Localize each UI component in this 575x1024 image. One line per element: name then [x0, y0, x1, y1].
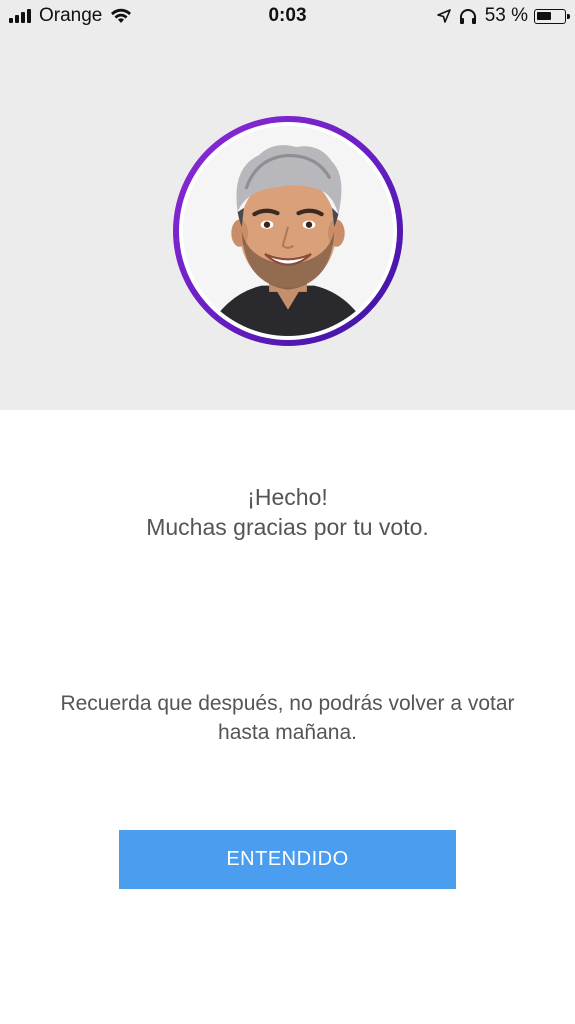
understood-button[interactable]: ENTENDIDO [119, 830, 456, 889]
avatar-ring [173, 116, 403, 346]
status-bar: Orange 0:03 53 % [0, 0, 575, 32]
reminder-text: Recuerda que después, no podrás volver a… [60, 692, 515, 744]
vote-confirmation-screen: Orange 0:03 53 % ¡Hecho! Muchas gracias … [0, 0, 575, 1024]
status-bar-right: 53 % [436, 5, 570, 27]
confirmation-message: ¡Hecho! Muchas gracias por tu voto. [0, 482, 575, 542]
battery-percent: 53 % [484, 5, 528, 26]
confirmation-subtitle: Muchas gracias por tu voto. [146, 514, 429, 540]
confirmation-title: ¡Hecho! [247, 484, 328, 510]
location-icon [436, 9, 451, 23]
header-area [0, 32, 575, 410]
battery-icon [534, 8, 570, 24]
avatar [183, 126, 393, 336]
contestant-photo [183, 126, 393, 336]
headphones-icon [459, 8, 476, 24]
